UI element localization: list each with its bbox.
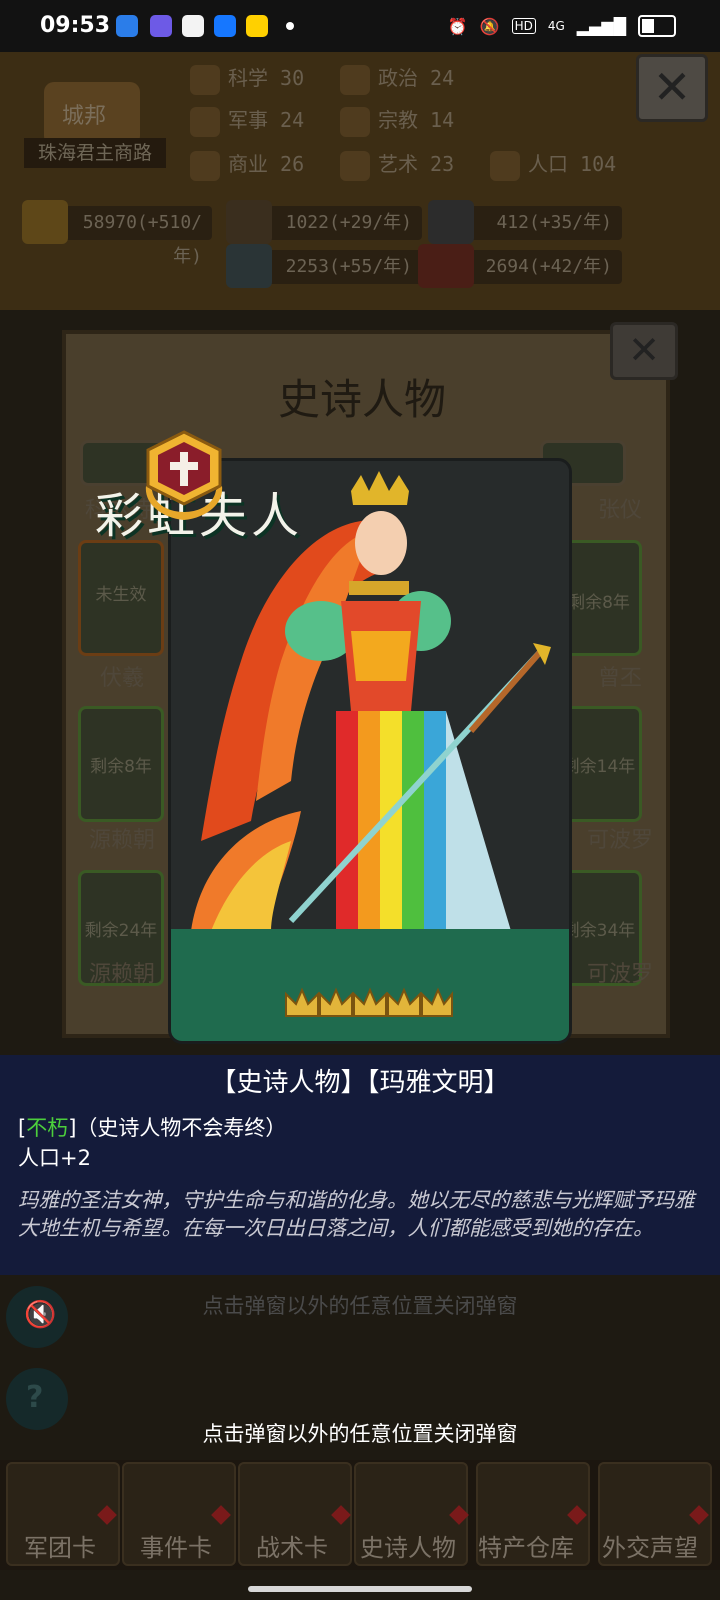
top-close-button[interactable]: ✕ <box>636 54 708 122</box>
battery-icon <box>638 15 676 37</box>
network-icon: 4G <box>547 19 565 33</box>
effect-text: 人口+2 <box>18 1146 91 1170</box>
cloud-app-icon <box>150 15 172 37</box>
iron-icon <box>428 200 474 244</box>
panel-title: 史诗人物 <box>277 375 446 424</box>
app-notification-icon <box>116 15 138 37</box>
science-icon <box>190 64 220 95</box>
figure-timer: 剩余8年 <box>90 757 152 777</box>
background-hint-text: 点击弹窗以外的任意位置关闭弹窗 <box>202 1294 518 1318</box>
speaker-muted-icon: 🔇 <box>24 1300 57 1330</box>
status-time: 09:53 <box>40 13 111 38</box>
nav-label: 事件卡 <box>140 1534 212 1562</box>
home-indicator[interactable] <box>248 1586 472 1592</box>
figure-name: 曾丕 <box>597 666 642 691</box>
commerce-stat[interactable]: 商业 26 <box>190 148 304 181</box>
hd-icon: HD <box>511 18 536 34</box>
stone-icon <box>226 244 272 288</box>
mute-sound-button[interactable]: 🔇 <box>6 1286 68 1348</box>
more-notifications-dot <box>286 22 294 30</box>
food-resource[interactable]: 2694(+42/年) <box>462 250 622 284</box>
figure-name: 源赖朝 <box>88 828 155 853</box>
status-indicators: ⏰ 🔕 HD 4G ▂▄▆█ <box>448 12 676 40</box>
nav-label: 军团卡 <box>24 1534 96 1562</box>
nav-label: 外交声望 <box>602 1534 698 1562</box>
figure-info-title: 【史诗人物】【玛雅文明】 <box>210 1068 510 1098</box>
figure-timer: 未生效 <box>95 585 147 605</box>
military-icon <box>190 106 220 137</box>
alarm-icon: ⏰ <box>447 16 468 36</box>
religion-stat[interactable]: 宗教 14 <box>340 104 454 137</box>
mute-icon: 🔕 <box>479 16 500 36</box>
game-app-icon <box>246 15 268 37</box>
nav-label: 战术卡 <box>256 1534 328 1562</box>
religion-badge-icon <box>145 430 223 520</box>
city-badge-text: 城邦 <box>62 104 107 129</box>
question-icon: ? <box>26 1380 44 1415</box>
alipay-icon <box>214 15 236 37</box>
population-icon <box>490 150 520 181</box>
food-icon <box>418 244 474 288</box>
art-icon <box>340 150 370 181</box>
gold-resource[interactable]: 58970(+510/年) <box>62 206 212 267</box>
wood-resource[interactable]: 1022(+29/年) <box>262 206 422 240</box>
commerce-icon <box>190 150 220 181</box>
science-stat[interactable]: 科学 30 <box>190 62 304 95</box>
shopping-app-icon <box>182 15 204 37</box>
figure-description: 玛雅的圣洁女神，守护生命与和谐的化身。她以无尽的慈悲与光辉赋予玛雅大地生机与希望… <box>18 1188 695 1240</box>
stone-resource[interactable]: 2253(+55/年) <box>262 250 422 284</box>
immortal-trait-tag: 不朽 <box>26 1116 69 1140</box>
close-hint-text: 点击弹窗以外的任意位置关闭弹窗 <box>202 1422 518 1446</box>
figure-name: 可波罗 <box>586 962 653 987</box>
trait-line: [不朽]（史诗人物不会寿终） <box>18 1116 287 1140</box>
religion-icon <box>340 106 370 137</box>
iron-resource[interactable]: 412(+35/年) <box>462 206 622 240</box>
gold-icon <box>22 200 68 244</box>
military-stat[interactable]: 军事 24 <box>190 104 304 137</box>
figure-timer: 剩余24年 <box>84 921 158 941</box>
figure-name: 张仪 <box>597 498 642 523</box>
art-stat[interactable]: 艺术 23 <box>340 148 454 181</box>
wood-icon <box>226 200 272 244</box>
city-route-label: 珠海君主商路 <box>24 138 166 168</box>
rarity-crowns <box>285 987 453 1017</box>
figure-name: 源赖朝 <box>88 962 155 987</box>
figure-name: 伏羲 <box>99 666 144 691</box>
signal-icon: ▂▄▆█ <box>576 16 626 36</box>
politics-icon <box>340 64 370 95</box>
politics-stat[interactable]: 政治 24 <box>340 62 454 95</box>
card-name-bar <box>171 929 569 1041</box>
figure-name: 可波罗 <box>586 828 653 853</box>
population-stat[interactable]: 人口 104 <box>490 148 616 181</box>
nav-label: 史诗人物 <box>360 1534 456 1562</box>
nav-label: 特产仓库 <box>478 1534 574 1562</box>
